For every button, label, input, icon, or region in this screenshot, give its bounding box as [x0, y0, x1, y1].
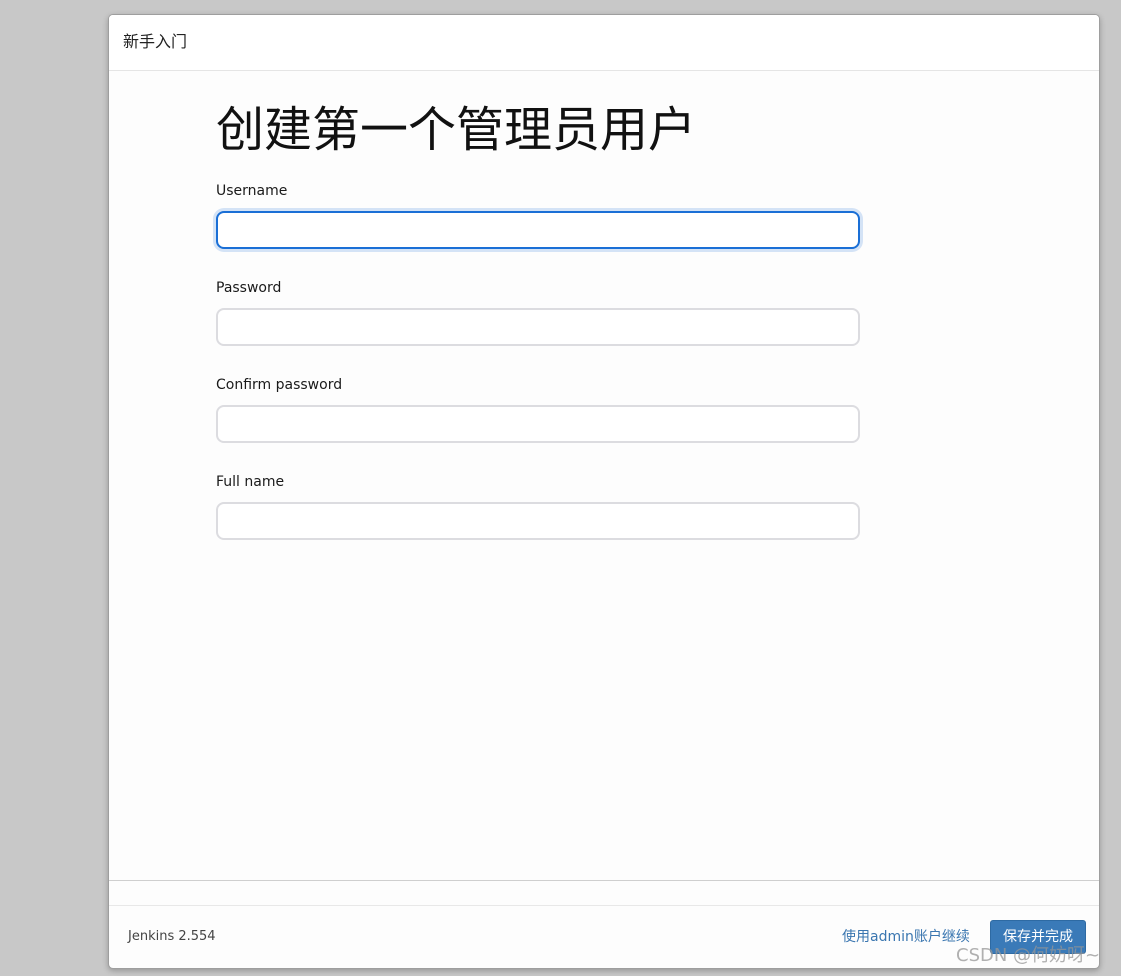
- password-input[interactable]: [216, 308, 860, 346]
- full-name-input[interactable]: [216, 502, 860, 540]
- confirm-password-input[interactable]: [216, 405, 860, 443]
- confirm-password-label: Confirm password: [216, 377, 343, 393]
- dialog-title: 新手入门: [123, 32, 188, 51]
- username-label: Username: [216, 183, 288, 199]
- password-label: Password: [216, 280, 282, 296]
- page-title: 创建第一个管理员用户: [216, 102, 697, 158]
- watermark: CSDN @何妨呀~: [956, 945, 1101, 966]
- setup-wizard-dialog: 新手入门 创建第一个管理员用户 Username Password Confir…: [108, 14, 1100, 969]
- username-input[interactable]: [216, 211, 860, 249]
- continue-as-admin-link[interactable]: 使用admin账户继续: [842, 928, 970, 946]
- footer-divider: [109, 880, 1099, 881]
- jenkins-version: Jenkins 2.554: [128, 929, 216, 944]
- full-name-label: Full name: [216, 474, 285, 490]
- dialog-header: 新手入门: [109, 15, 1099, 71]
- footer-divider-inner: [109, 905, 1099, 906]
